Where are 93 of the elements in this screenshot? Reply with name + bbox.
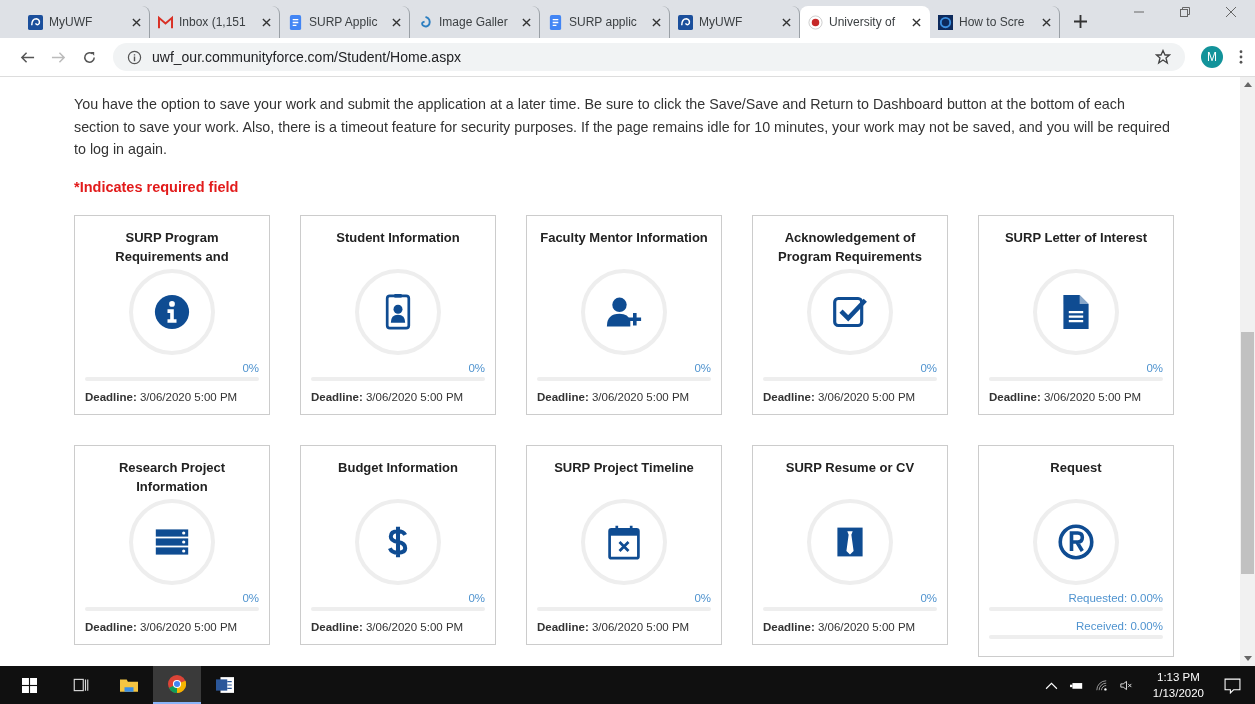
tab-title: MyUWF <box>699 15 743 29</box>
mail-icon <box>158 14 173 30</box>
calendar-icon <box>606 523 642 560</box>
windows-start-icon[interactable] <box>22 677 37 693</box>
card-title: SURP Letter of Interest <box>1003 228 1149 247</box>
instructions-paragraph: You have the option to save your work and submit the application at a later time. Be sure to click the Save/Save and Return to Dashboard button at the bottom of each section to save your work. Also, there is a timeout feature for security purposes. If the page remains idle for 10 minutes, your work may not be saved, and you will be required to log in again. <box>74 95 1171 159</box>
registered-icon <box>1058 523 1094 560</box>
card-title: Student Information <box>335 228 461 247</box>
progress-percent: 0% <box>468 360 485 375</box>
card-title: Budget Information <box>337 458 459 477</box>
section-card[interactable]: SURP Letter of Interest 0% Deadline: 3/06/2020 5:00 PM <box>978 214 1174 415</box>
card-title: Acknowledgement of Program Requirements <box>777 228 923 266</box>
progress-percent: 0% <box>694 360 711 375</box>
progress-percent: 0% <box>242 360 259 375</box>
profile-avatar[interactable]: M <box>1201 46 1223 68</box>
section-card[interactable]: Acknowledgement of Program Requirements 0% Deadline: 3/06/2020 5:00 PM <box>752 214 948 415</box>
card-title: SURP Program Requirements and <box>114 228 230 266</box>
chrome-icon <box>168 675 186 693</box>
record-icon <box>808 14 823 30</box>
close-icon[interactable] <box>262 17 271 27</box>
info-icon <box>127 49 142 65</box>
progress-label: Received: 0.00% <box>1076 618 1163 633</box>
deadline-text: Deadline: 3/06/2020 5:00 PM <box>311 390 464 403</box>
document-icon <box>548 14 563 30</box>
close-icon[interactable] <box>912 17 921 27</box>
deadline-text: Deadline: 3/06/2020 5:00 PM <box>989 390 1142 403</box>
scroll-up-icon[interactable] <box>1243 82 1252 87</box>
tab-title: Inbox (1,151 <box>179 15 246 29</box>
progress-percent: 0% <box>1146 360 1163 375</box>
tab-title: Image Galler <box>439 15 508 29</box>
close-icon[interactable] <box>522 17 531 27</box>
deadline-text: Deadline: 3/06/2020 5:00 PM <box>537 390 690 403</box>
swirl-icon <box>418 14 433 30</box>
chevron-up-icon[interactable] <box>1044 679 1058 691</box>
notifications-icon[interactable] <box>1224 676 1241 694</box>
tab-title: How to Scre <box>959 15 1025 29</box>
card-title: SURP Resume or CV <box>784 458 916 477</box>
info-icon <box>154 293 190 330</box>
progress-percent: 0% <box>920 590 937 605</box>
muted-speaker-icon[interactable] <box>1119 679 1133 691</box>
deadline-text: Deadline: 3/06/2020 5:00 PM <box>85 390 238 403</box>
section-card[interactable]: SURP Project Timeline 0% Deadline: 3/06/2020 5:00 PM <box>526 444 722 645</box>
scrollbar[interactable] <box>1240 77 1255 666</box>
progress-label: Requested: 0.00% <box>1068 590 1163 605</box>
reload-icon[interactable] <box>82 49 97 65</box>
section-card[interactable]: Request Requested: 0.00% Received: 0.00% <box>978 444 1174 657</box>
section-card[interactable]: SURP Program Requirements and 0% Deadline: 3/06/2020 5:00 PM <box>74 214 270 415</box>
deadline-text: Deadline: 3/06/2020 5:00 PM <box>763 390 916 403</box>
close-icon[interactable] <box>652 17 661 27</box>
card-title: Research Project Information <box>117 458 227 496</box>
bookmark-star-icon[interactable] <box>1155 49 1171 65</box>
progress-percent: 0% <box>468 590 485 605</box>
folder-icon <box>120 676 138 694</box>
deadline-text: Deadline: 3/06/2020 5:00 PM <box>311 620 464 633</box>
progress-percent: 0% <box>242 590 259 605</box>
progress-percent: 0% <box>694 590 711 605</box>
deadline-text: Deadline: 3/06/2020 5:00 PM <box>85 620 238 633</box>
section-card[interactable]: Research Project Information 0% Deadline: 3/06/2020 5:00 PM <box>74 444 270 645</box>
card-title: Faculty Mentor Information <box>539 228 709 247</box>
card-title: Request <box>1049 458 1103 477</box>
required-field-note: *Indicates required field <box>74 178 240 195</box>
browser-tab[interactable]: University of <box>800 6 930 38</box>
document-icon <box>216 676 234 694</box>
card-title: SURP Project Timeline <box>553 458 695 477</box>
wifi-icon[interactable] <box>1094 679 1108 691</box>
deadline-text: Deadline: 3/06/2020 5:00 PM <box>763 620 916 633</box>
deadline-text: Deadline: 3/06/2020 5:00 PM <box>537 620 690 633</box>
new-tab-icon[interactable] <box>1074 15 1087 28</box>
taskbar-clock[interactable]: 1:13 PM 1/13/2020 <box>1152 669 1204 701</box>
scroll-thumb[interactable] <box>1241 332 1254 574</box>
square-icon <box>938 14 953 30</box>
restore-icon[interactable] <box>1179 6 1191 18</box>
section-card[interactable]: SURP Resume or CV 0% Deadline: 3/06/2020 5:00 PM <box>752 444 948 645</box>
tab-title: SURP applic <box>569 15 637 29</box>
section-card[interactable]: Student Information 0% Deadline: 3/06/2020 5:00 PM <box>300 214 496 415</box>
address-bar[interactable]: uwf_our.communityforce.com/Student/Home.aspx <box>113 43 1185 71</box>
tab-title: SURP Applic <box>309 15 378 29</box>
tab-title: University of <box>829 15 896 29</box>
close-icon[interactable] <box>392 17 401 27</box>
scroll-down-icon[interactable] <box>1243 656 1252 661</box>
progress-percent: 0% <box>920 360 937 375</box>
tab-title: MyUWF <box>49 15 93 29</box>
shell-icon <box>678 14 693 30</box>
browser-button[interactable] <box>153 666 201 704</box>
close-icon[interactable] <box>1042 17 1051 27</box>
menu-icon[interactable] <box>1239 50 1243 64</box>
section-card[interactable]: Faculty Mentor Information 0% Deadline: 3/06/2020 5:00 PM <box>526 214 722 415</box>
section-card[interactable]: Budget Information 0% Deadline: 3/06/2020 5:00 PM <box>300 444 496 645</box>
close-icon[interactable] <box>132 17 141 27</box>
document-icon <box>288 14 303 30</box>
shell-icon <box>28 14 43 30</box>
task-view-icon <box>72 676 90 694</box>
close-icon[interactable] <box>782 17 791 27</box>
